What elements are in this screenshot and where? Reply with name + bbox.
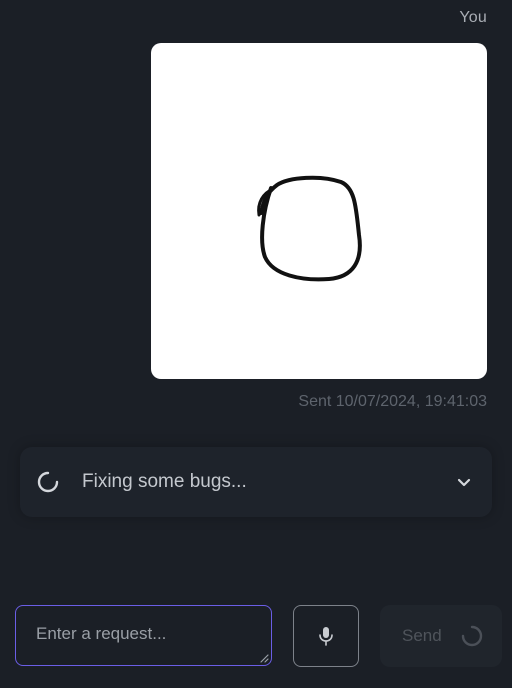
resize-handle-icon[interactable] [259,653,269,663]
chevron-down-icon[interactable] [454,472,474,492]
spinner-icon [37,471,59,493]
status-text: Fixing some bugs... [82,471,247,492]
microphone-button[interactable] [293,605,359,667]
message-sender-label: You [459,9,487,26]
hand-drawn-circle-drawing [257,175,362,282]
request-input-wrapper [15,605,272,666]
message-timestamp: Sent 10/07/2024, 19:41:03 [298,393,487,410]
sent-image[interactable] [151,43,487,379]
request-input[interactable] [16,606,271,665]
microphone-icon [319,627,333,646]
spinner-icon [461,625,482,647]
send-button-label: Send [402,626,442,645]
send-button[interactable]: Send [380,605,502,667]
chat-page: You Sent 10/07/2024, 19:41:03 Fixing som… [0,0,512,688]
status-panel[interactable]: Fixing some bugs... [20,447,492,517]
